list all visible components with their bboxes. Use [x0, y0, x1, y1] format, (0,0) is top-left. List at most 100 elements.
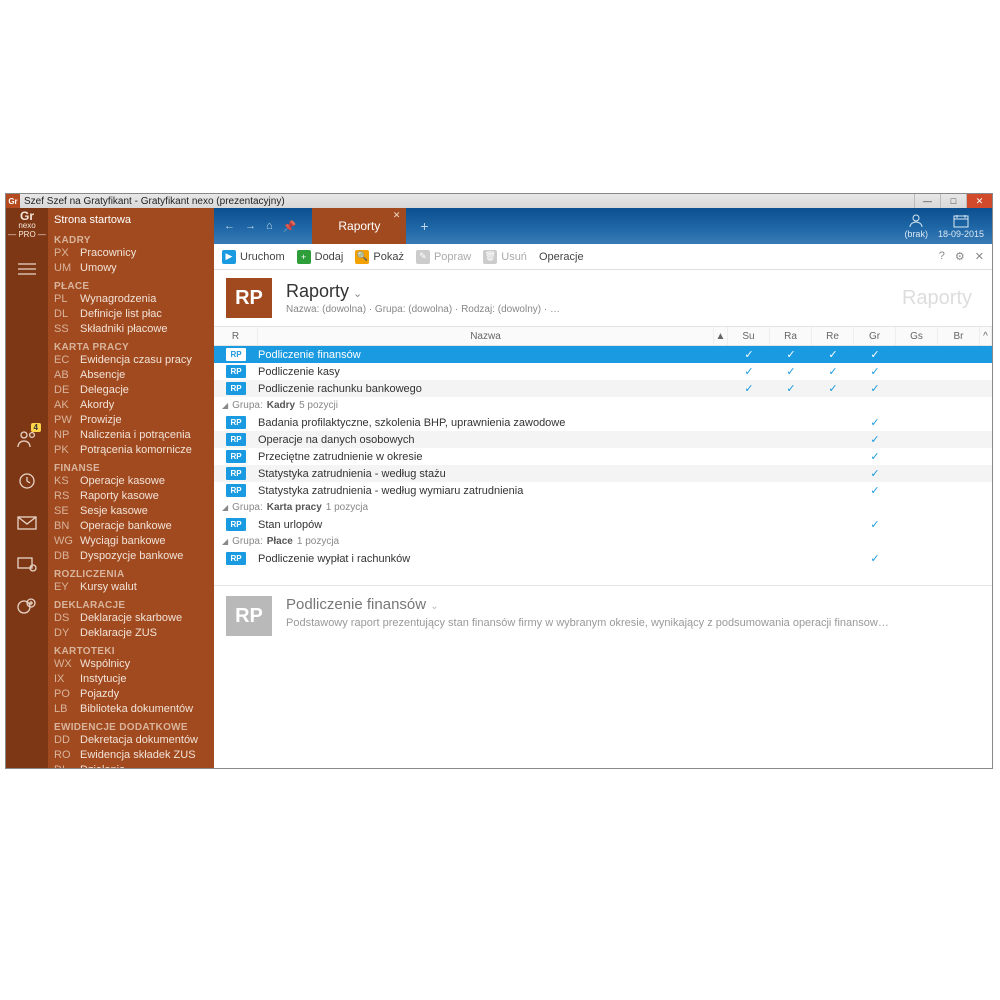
nav-pin-icon[interactable]: 📌	[283, 220, 297, 233]
sidebar-item[interactable]: AKAkordy	[54, 398, 214, 413]
sidebar-item[interactable]: PLWynagrodzenia	[54, 292, 214, 307]
sidebar-item[interactable]: DIDziałania	[54, 763, 214, 768]
col-br[interactable]: Br	[938, 327, 980, 345]
row-badge: RP	[226, 552, 246, 565]
window-close-button[interactable]: ✕	[966, 194, 992, 208]
sidebar-item[interactable]: ABAbsencje	[54, 368, 214, 383]
view-title[interactable]: Raporty⌄	[286, 281, 560, 302]
toolbar-edit[interactable]: ✎Popraw	[416, 250, 471, 264]
grid-row[interactable]: RPBadania profilaktyczne, szkolenia BHP,…	[214, 414, 992, 431]
sidebar-group: ROZLICZENIA	[54, 569, 214, 580]
sidebar-item[interactable]: DYDeklaracje ZUS	[54, 626, 214, 641]
sidebar-item[interactable]: POPojazdy	[54, 687, 214, 702]
sidebar-item[interactable]: WXWspólnicy	[54, 657, 214, 672]
sidebar-group: KARTA PRACY	[54, 342, 214, 353]
sidebar-item[interactable]: IXInstytucje	[54, 672, 214, 687]
sidebar-item[interactable]: LBBiblioteka dokumentów	[54, 702, 214, 717]
user-indicator[interactable]: (brak)	[904, 214, 928, 239]
chevron-down-icon: ⌄	[353, 288, 362, 300]
sidebar-item[interactable]: ECEwidencja czasu pracy	[54, 353, 214, 368]
col-su[interactable]: Su	[728, 327, 770, 345]
mail-icon[interactable]	[15, 511, 39, 535]
toolbar-show[interactable]: 🔍Pokaż	[355, 250, 404, 264]
app-logo-icon: Gr	[6, 194, 20, 208]
tab-raporty[interactable]: Raporty ✕	[312, 208, 406, 244]
sidebar-group: FINANSE	[54, 463, 214, 474]
add-circle-icon[interactable]	[15, 595, 39, 619]
toolbar-run[interactable]: ▶Uruchom	[222, 250, 285, 264]
sidebar-item[interactable]: SESesje kasowe	[54, 504, 214, 519]
notification-badge: 4	[31, 423, 41, 432]
close-panel-icon[interactable]: ✕	[975, 250, 984, 263]
row-badge: RP	[226, 348, 246, 361]
sidebar-item[interactable]: SSSkładniki płacowe	[54, 322, 214, 337]
people-icon[interactable]: 4	[15, 427, 39, 451]
certificate-icon[interactable]	[15, 553, 39, 577]
sidebar-item[interactable]: NPNaliczenia i potrącenia	[54, 428, 214, 443]
sidebar-group: EWIDENCJE DODATKOWE	[54, 722, 214, 733]
sidebar-item[interactable]: PKPotrącenia komornicze	[54, 443, 214, 458]
col-ra[interactable]: Ra	[770, 327, 812, 345]
grid-row[interactable]: RPPodliczenie kasy✓✓✓✓	[214, 363, 992, 380]
sidebar-item[interactable]: BNOperacje bankowe	[54, 519, 214, 534]
sidebar-item[interactable]: DEDelegacje	[54, 383, 214, 398]
sidebar-item[interactable]: RSRaporty kasowe	[54, 489, 214, 504]
detail-title[interactable]: Podliczenie finansów ⌄	[286, 596, 889, 613]
sidebar-item[interactable]: DSDeklaracje skarbowe	[54, 611, 214, 626]
clock-icon[interactable]	[15, 469, 39, 493]
sidebar-item[interactable]: DLDefinicje list płac	[54, 307, 214, 322]
window-maximize-button[interactable]: □	[940, 194, 966, 208]
chevron-down-icon: ⌄	[430, 601, 438, 612]
grid-row[interactable]: RPPodliczenie rachunku bankowego✓✓✓✓	[214, 380, 992, 397]
brand-block: Gr nexo — PRO —	[8, 212, 46, 239]
sidebar-item[interactable]: PXPracownicy	[54, 246, 214, 261]
col-gs[interactable]: Gs	[896, 327, 938, 345]
nav-forward-icon[interactable]: →	[245, 220, 256, 232]
settings-icon[interactable]: ⚙	[955, 250, 965, 263]
tab-close-icon[interactable]: ✕	[393, 210, 401, 221]
tab-add-button[interactable]: +	[406, 208, 442, 244]
menu-icon[interactable]	[15, 257, 39, 281]
sidebar-item[interactable]: DBDyspozycje bankowe	[54, 549, 214, 564]
sidebar-item[interactable]: PWProwizje	[54, 413, 214, 428]
grid-group-header[interactable]: ◢ Grupa: Płace 1 pozycja	[214, 533, 992, 550]
grid-row[interactable]: RPStatystyka zatrudnienia - według stażu…	[214, 465, 992, 482]
nav-back-icon[interactable]: ←	[224, 220, 235, 232]
grid-row[interactable]: RPStan urlopów✓	[214, 516, 992, 533]
grid-group-header[interactable]: ◢ Grupa: Karta pracy 1 pozycja	[214, 499, 992, 516]
col-re[interactable]: Re	[812, 327, 854, 345]
sidebar-item[interactable]: DDDekretacja dokumentów	[54, 733, 214, 748]
ghost-title: Raporty	[902, 287, 980, 310]
row-badge: RP	[226, 484, 246, 497]
detail-badge: RP	[226, 596, 272, 636]
window-minimize-button[interactable]: —	[914, 194, 940, 208]
grid-group-header[interactable]: ◢ Grupa: Kadry 5 pozycji	[214, 397, 992, 414]
grid-row[interactable]: RPPrzeciętne zatrudnienie w okresie✓	[214, 448, 992, 465]
collapse-icon: ◢	[222, 401, 228, 410]
grid-row[interactable]: RPPodliczenie finansów✓✓✓✓	[214, 346, 992, 363]
sidebar-item[interactable]: WGWyciągi bankowe	[54, 534, 214, 549]
col-name[interactable]: Nazwa	[258, 327, 714, 345]
col-r[interactable]: R	[214, 327, 258, 345]
left-rail: Gr nexo — PRO — 4	[6, 208, 48, 768]
sidebar-item[interactable]: EYKursy walut	[54, 580, 214, 595]
scroll-gutter: ^	[980, 327, 992, 345]
col-gr[interactable]: Gr	[854, 327, 896, 345]
toolbar-operations[interactable]: Operacje	[539, 251, 584, 263]
toolbar-add[interactable]: +Dodaj	[297, 250, 344, 264]
grid-row[interactable]: RPPodliczenie wypłat i rachunków✓	[214, 550, 992, 567]
sidebar-item[interactable]: UMUmowy	[54, 261, 214, 276]
sidebar-group: KARTOTEKI	[54, 646, 214, 657]
grid-row[interactable]: RPOperacje na danych osobowych✓	[214, 431, 992, 448]
help-icon[interactable]: ?	[939, 250, 945, 263]
grid-row[interactable]: RPStatystyka zatrudnienia - według wymia…	[214, 482, 992, 499]
toolbar-delete[interactable]: 🗑Usuń	[483, 250, 527, 264]
view-filter-summary[interactable]: Nazwa: (dowolna) · Grupa: (dowolna) · Ro…	[286, 304, 560, 315]
sidebar-item[interactable]: ROEwidencja składek ZUS	[54, 748, 214, 763]
sidebar-group: PŁACE	[54, 281, 214, 292]
nav-home-icon[interactable]: ⌂	[266, 220, 273, 232]
view-header: RP Raporty⌄ Nazwa: (dowolna) · Grupa: (d…	[214, 270, 992, 326]
date-indicator[interactable]: 18-09-2015	[938, 214, 984, 239]
sidebar-start-page[interactable]: Strona startowa	[54, 212, 214, 230]
sidebar-item[interactable]: KSOperacje kasowe	[54, 474, 214, 489]
